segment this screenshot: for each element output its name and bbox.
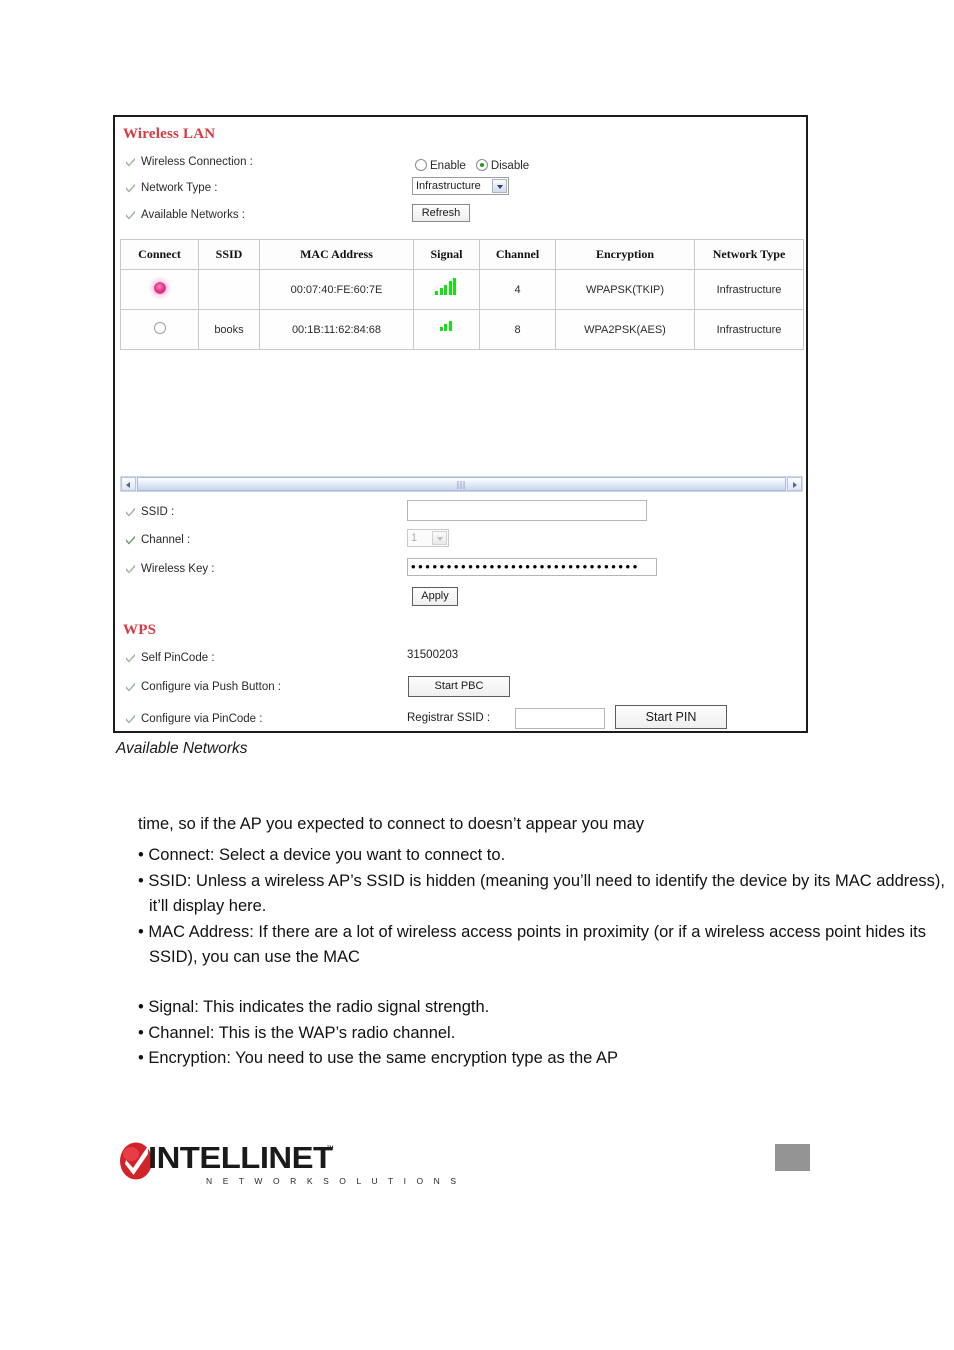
- channel-row: Channel :: [125, 531, 190, 551]
- col-connect: Connect: [120, 239, 199, 270]
- bullet-list-secondary: • Signal: This indicates the radio signa…: [138, 995, 618, 1072]
- bullet-list-primary: • Connect: Select a device you want to c…: [138, 843, 954, 971]
- wireless-connection-label: Wireless Connection :: [141, 155, 253, 168]
- radio-enable-label: Enable: [430, 160, 466, 172]
- networks-table-horizontal-scrollbar[interactable]: [120, 476, 803, 492]
- apply-button[interactable]: Apply: [412, 587, 458, 606]
- signal-strength-icon: [435, 278, 458, 295]
- pincode-row: Configure via PinCode :: [125, 710, 262, 730]
- chevron-down-icon[interactable]: [432, 531, 447, 545]
- network-type-value: Infrastructure: [416, 180, 481, 192]
- trademark-symbol: ™: [326, 1144, 334, 1153]
- start-pbc-button[interactable]: Start PBC: [408, 676, 510, 697]
- scrollbar-thumb[interactable]: [137, 477, 786, 491]
- check-bullet-icon: [125, 652, 136, 663]
- channel-select[interactable]: 1: [407, 529, 449, 547]
- brand-wordmark: INTELLINET: [148, 1140, 333, 1175]
- check-bullet-icon: [125, 534, 136, 545]
- ssid-label: SSID :: [141, 505, 175, 518]
- channel-cell: 4: [479, 269, 556, 310]
- available-networks-table: Connect SSID MAC Address Signal Channel …: [120, 239, 804, 350]
- encryption-cell: WPAPSK(TKIP): [555, 269, 695, 310]
- registrar-ssid-input[interactable]: [515, 708, 605, 729]
- check-bullet-icon: [125, 506, 136, 517]
- ssid-cell: books: [198, 309, 260, 350]
- self-pincode-label: Self PinCode :: [141, 651, 215, 664]
- signal-cell: [413, 269, 480, 310]
- page-number-box: [775, 1144, 810, 1171]
- col-signal: Signal: [413, 239, 480, 270]
- list-item: • SSID: Unless a wireless AP’s SSID is h…: [138, 871, 946, 916]
- available-networks-row: Available Networks :: [125, 206, 245, 226]
- list-item: • MAC Address: If there are a lot of wir…: [138, 922, 926, 967]
- chevron-down-icon[interactable]: [492, 179, 507, 193]
- push-button-row: Configure via Push Button :: [125, 678, 281, 698]
- radio-enable[interactable]: [415, 159, 427, 171]
- connect-radio-selected[interactable]: [153, 282, 166, 294]
- list-item: • Encryption: You need to use the same e…: [138, 1049, 619, 1067]
- radio-disable-label: Disable: [490, 160, 530, 172]
- registrar-ssid-label: Registrar SSID :: [407, 712, 491, 724]
- channel-label: Channel :: [141, 533, 191, 546]
- network-type-cell: Infrastructure: [694, 269, 804, 310]
- intro-paragraph: time, so if the AP you expected to conne…: [138, 815, 645, 833]
- figure-caption: Available Networks: [116, 740, 248, 757]
- self-pincode-value: 31500203: [407, 649, 459, 661]
- scroll-right-icon[interactable]: [787, 477, 802, 491]
- wireless-connection-radio-group[interactable]: Enable Disable: [415, 156, 539, 174]
- push-button-label: Configure via Push Button :: [141, 680, 281, 693]
- channel-cell: 8: [479, 309, 556, 350]
- connect-radio[interactable]: [153, 322, 166, 334]
- refresh-button[interactable]: Refresh: [412, 204, 470, 222]
- scroll-left-icon[interactable]: [121, 477, 136, 491]
- start-pin-button[interactable]: Start PIN: [615, 705, 727, 729]
- network-type-cell: Infrastructure: [694, 309, 804, 350]
- connect-cell[interactable]: [120, 309, 199, 350]
- table-header-row: Connect SSID MAC Address Signal Channel …: [120, 239, 804, 270]
- check-bullet-icon: [125, 182, 136, 193]
- radio-disable[interactable]: [475, 159, 488, 171]
- intellinet-logo: INTELLINET ™ N E T W O R K S O L U T I O…: [119, 1140, 456, 1188]
- wireless-lan-screenshot-panel: Wireless LAN Wireless Connection : Enabl…: [113, 115, 808, 733]
- wireless-lan-section-title: Wireless LAN: [123, 126, 216, 142]
- table-row[interactable]: 00:07:40:FE:60:7E 4 WPAPSK(TKIP) Infrast…: [120, 269, 804, 310]
- wireless-connection-row: Wireless Connection :: [125, 153, 253, 173]
- brand-tagline: N E T W O R K S O L U T I O N S: [206, 1176, 461, 1186]
- list-item: • Connect: Select a device you want to c…: [138, 846, 506, 864]
- col-network-type: Network Type: [694, 239, 804, 270]
- col-channel: Channel: [479, 239, 556, 270]
- channel-value: 1: [411, 532, 418, 544]
- signal-strength-icon: [439, 321, 454, 338]
- network-type-select[interactable]: Infrastructure: [412, 177, 509, 195]
- signal-cell: [413, 309, 480, 350]
- encryption-cell: WPA2PSK(AES): [555, 309, 695, 350]
- ssid-input[interactable]: [407, 500, 647, 521]
- network-type-row: Network Type :: [125, 179, 218, 199]
- pincode-label: Configure via PinCode :: [141, 712, 263, 725]
- mac-cell: 00:1B:11:62:84:68: [259, 309, 414, 350]
- list-item: • Channel: This is the WAP’s radio chann…: [138, 1023, 456, 1042]
- check-bullet-icon: [125, 563, 136, 574]
- table-row[interactable]: books 00:1B:11:62:84:68 8 WPA2PSK(AES) I…: [120, 309, 804, 350]
- self-pincode-row: Self PinCode :: [125, 649, 215, 669]
- available-networks-label: Available Networks :: [141, 208, 245, 221]
- col-mac: MAC Address: [259, 239, 414, 270]
- check-bullet-icon: [125, 681, 136, 692]
- wireless-key-input[interactable]: ••••••••••••••••••••••••••••••••: [407, 558, 657, 576]
- list-item: • Signal: This indicates the radio signa…: [138, 998, 490, 1016]
- wireless-key-label: Wireless Key :: [141, 562, 215, 575]
- wireless-key-row: Wireless Key :: [125, 560, 215, 580]
- check-bullet-icon: [125, 209, 136, 220]
- check-bullet-icon: [125, 156, 136, 167]
- mac-cell: 00:07:40:FE:60:7E: [259, 269, 414, 310]
- ssid-row: SSID :: [125, 503, 174, 523]
- ssid-cell: [198, 269, 260, 310]
- col-encryption: Encryption: [555, 239, 695, 270]
- wps-section-title: WPS: [123, 622, 157, 638]
- check-bullet-icon: [125, 713, 136, 724]
- network-type-label: Network Type :: [141, 181, 218, 194]
- scrollbar-grip: [457, 481, 466, 489]
- col-ssid: SSID: [198, 239, 260, 270]
- connect-cell[interactable]: [120, 269, 199, 310]
